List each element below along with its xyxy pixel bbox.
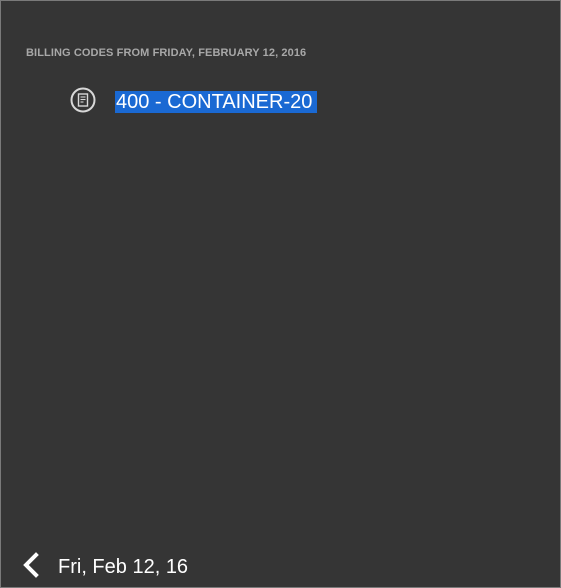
document-icon bbox=[70, 87, 96, 113]
billing-code-label[interactable]: 400 - CONTAINER-20 bbox=[115, 91, 318, 113]
footer-date-navigation: Fri, Feb 12, 16 bbox=[19, 551, 189, 584]
back-button[interactable] bbox=[19, 551, 43, 584]
current-date-label: Fri, Feb 12, 16 bbox=[58, 555, 189, 578]
billing-code-item[interactable]: 400 - CONTAINER-20 bbox=[70, 85, 318, 115]
panel-header: BILLING CODES FROM FRIDAY, FEBRUARY 12, … bbox=[26, 47, 307, 59]
chevron-left-icon bbox=[21, 551, 41, 584]
billing-codes-panel: BILLING CODES FROM FRIDAY, FEBRUARY 12, … bbox=[0, 0, 561, 588]
